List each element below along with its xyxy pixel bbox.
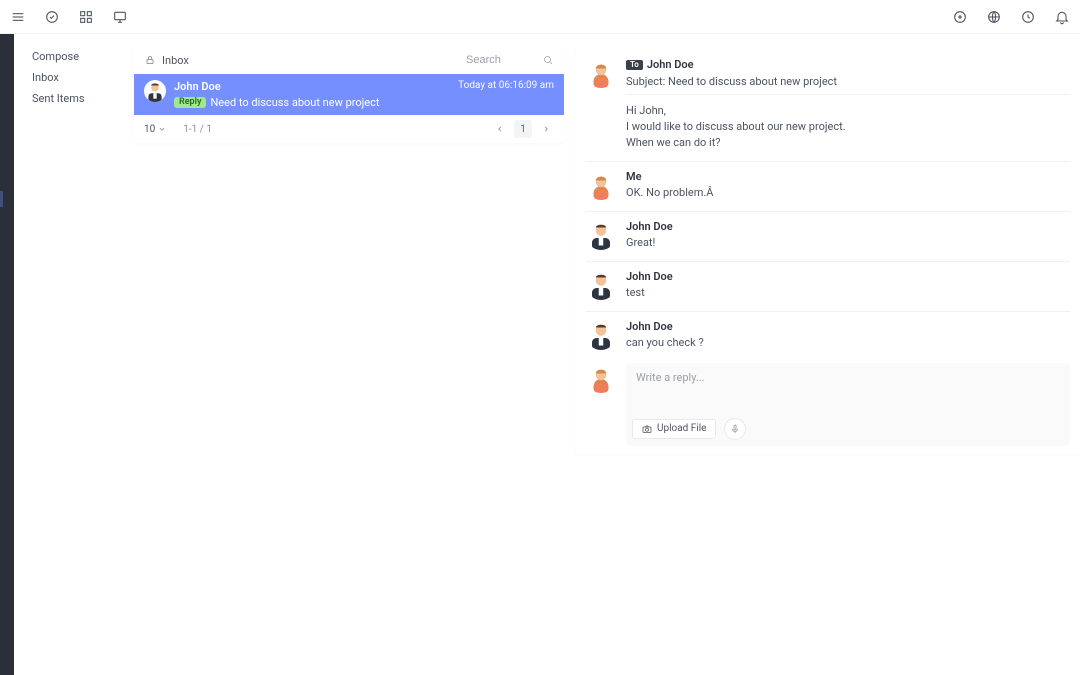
pager: 10 1-1 / 1 1 bbox=[134, 115, 564, 143]
thread-message: John Doe Great! bbox=[586, 216, 1070, 255]
message-body: can you check ? bbox=[626, 335, 1070, 351]
avatar bbox=[586, 363, 616, 393]
to-badge: To bbox=[626, 60, 643, 70]
message-from: John Doe bbox=[626, 270, 1070, 283]
message-from: John Doe bbox=[626, 320, 1070, 333]
mail-row-selected[interactable]: John Doe Reply Need to discuss about new… bbox=[134, 74, 564, 115]
divider bbox=[626, 94, 1070, 95]
menu-icon[interactable] bbox=[10, 9, 26, 25]
avatar bbox=[586, 220, 616, 250]
search-input[interactable] bbox=[466, 54, 536, 66]
message-from: To John Doe bbox=[626, 58, 1070, 71]
message-from: John Doe bbox=[626, 220, 1070, 233]
apps-grid-icon[interactable] bbox=[78, 9, 94, 25]
mic-button[interactable] bbox=[724, 418, 746, 440]
page-number[interactable]: 1 bbox=[514, 120, 532, 138]
message-body: OK. No problem.Â bbox=[626, 185, 1070, 201]
top-bar bbox=[0, 0, 1080, 34]
inbox-title: Inbox bbox=[162, 54, 189, 67]
thread-message: To John Doe Subject: Need to discuss abo… bbox=[586, 54, 1070, 155]
message-body: Hi John, I would like to discuss about o… bbox=[626, 103, 1070, 151]
bell-icon[interactable] bbox=[1054, 9, 1070, 25]
side-nav: Compose Inbox Sent Items bbox=[14, 34, 134, 675]
reply-badge: Reply bbox=[174, 97, 206, 108]
camera-icon bbox=[641, 423, 653, 435]
divider bbox=[586, 311, 1070, 312]
lock-icon bbox=[144, 54, 156, 66]
inbox-panel: Inbox John Doe bbox=[134, 46, 564, 675]
chevron-right-icon bbox=[541, 124, 551, 134]
globe-icon[interactable] bbox=[986, 9, 1002, 25]
nav-inbox[interactable]: Inbox bbox=[32, 67, 128, 88]
mail-subject: Need to discuss about new project bbox=[210, 96, 379, 109]
page-next-button[interactable] bbox=[538, 121, 554, 137]
mail-time: Today at 06:16:09 am bbox=[458, 80, 554, 91]
main: Compose Inbox Sent Items Inbox bbox=[0, 34, 1080, 675]
page-size-value: 10 bbox=[144, 124, 155, 135]
reply-area: Upload File bbox=[586, 363, 1070, 446]
divider bbox=[586, 161, 1070, 162]
page-size-select[interactable]: 10 bbox=[144, 124, 167, 135]
thread-panel: To John Doe Subject: Need to discuss abo… bbox=[576, 46, 1080, 675]
left-rail bbox=[0, 34, 14, 675]
nav-sent-items[interactable]: Sent Items bbox=[32, 88, 128, 109]
thread-message: John Doe test bbox=[586, 266, 1070, 305]
thread-message: John Doe can you check ? bbox=[586, 316, 1070, 355]
message-subject: Subject: Need to discuss about new proje… bbox=[626, 75, 1070, 88]
check-circle-icon[interactable] bbox=[44, 9, 60, 25]
search-icon[interactable] bbox=[542, 54, 554, 66]
message-from: Me bbox=[626, 170, 1070, 183]
avatar bbox=[144, 80, 166, 102]
avatar bbox=[586, 170, 616, 200]
inbox-header: Inbox bbox=[134, 46, 564, 74]
page-range: 1-1 / 1 bbox=[183, 124, 212, 135]
upload-file-label: Upload File bbox=[657, 423, 707, 434]
message-from-name: John Doe bbox=[647, 58, 694, 71]
mic-icon bbox=[729, 423, 741, 435]
chevron-down-icon bbox=[157, 124, 167, 134]
divider bbox=[586, 211, 1070, 212]
thread-message: Me OK. No problem.Â bbox=[586, 166, 1070, 205]
avatar bbox=[586, 58, 616, 88]
reply-input[interactable] bbox=[626, 363, 1070, 411]
divider bbox=[586, 261, 1070, 262]
clock-icon[interactable] bbox=[1020, 9, 1036, 25]
nav-compose[interactable]: Compose bbox=[32, 46, 128, 67]
rail-indicator bbox=[0, 191, 3, 207]
page-prev-button[interactable] bbox=[492, 121, 508, 137]
chevron-left-icon bbox=[495, 124, 505, 134]
avatar bbox=[586, 320, 616, 350]
add-circle-icon[interactable] bbox=[952, 9, 968, 25]
message-body: test bbox=[626, 285, 1070, 301]
message-body: Great! bbox=[626, 235, 1070, 251]
avatar bbox=[586, 270, 616, 300]
monitor-icon[interactable] bbox=[112, 9, 128, 25]
upload-file-button[interactable]: Upload File bbox=[632, 419, 716, 439]
